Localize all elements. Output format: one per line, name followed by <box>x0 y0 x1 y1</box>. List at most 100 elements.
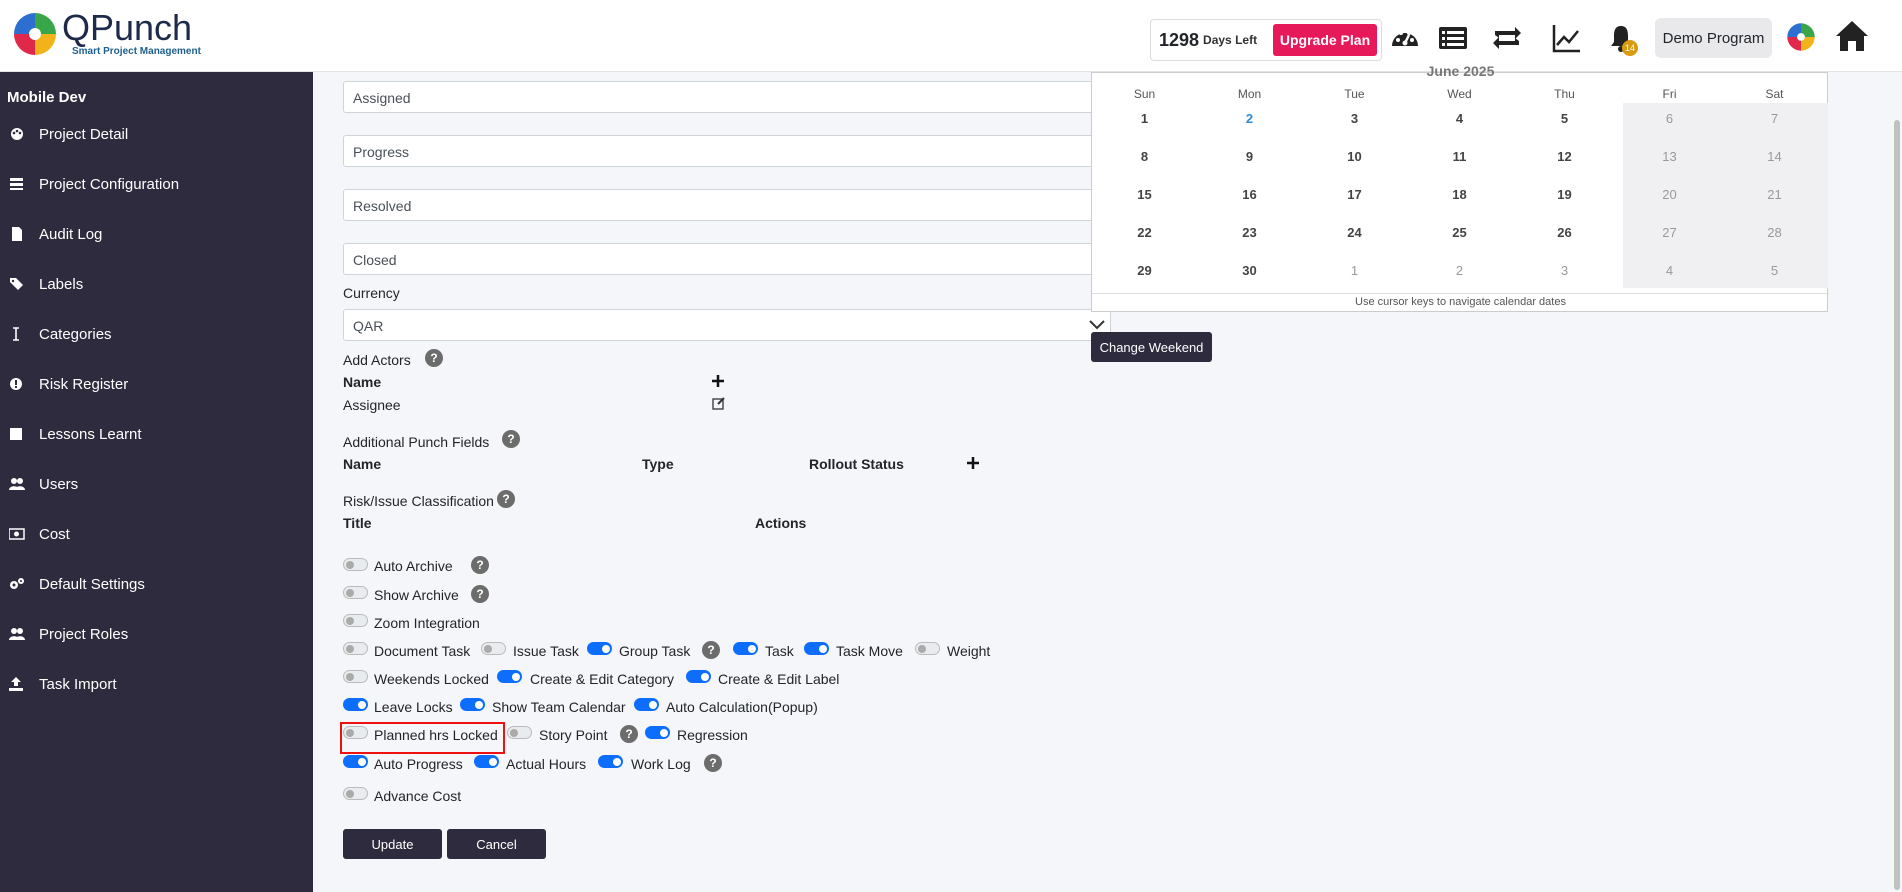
calendar-day[interactable]: 25 <box>1407 225 1512 240</box>
currency-select[interactable]: QAR <box>343 309 1111 341</box>
weight-toggle[interactable] <box>915 642 940 655</box>
sidebar-item-users[interactable]: Users <box>0 470 313 498</box>
calendar-day[interactable]: 9 <box>1197 149 1302 164</box>
list-icon[interactable] <box>1437 22 1469 54</box>
sidebar-item-risk-register[interactable]: Risk Register <box>0 370 313 398</box>
calendar-day[interactable]: 28 <box>1722 225 1827 240</box>
dashboard-icon[interactable] <box>1389 22 1421 54</box>
auto-progress-toggle[interactable] <box>343 755 368 768</box>
calendar-day[interactable]: 3 <box>1302 111 1407 126</box>
upgrade-plan-button[interactable]: Upgrade Plan <box>1273 24 1377 56</box>
calendar-day[interactable]: 18 <box>1407 187 1512 202</box>
calendar-day[interactable]: 4 <box>1617 263 1722 278</box>
status-field-progress[interactable]: Progress <box>343 135 1111 167</box>
calendar-day[interactable]: 2 <box>1197 111 1302 126</box>
calendar-day[interactable]: 17 <box>1302 187 1407 202</box>
help-icon[interactable]: ? <box>502 430 520 448</box>
calendar-day[interactable]: 12 <box>1512 149 1617 164</box>
sidebar-item-project-configuration[interactable]: Project Configuration <box>0 170 313 198</box>
sidebar-item-labels[interactable]: Labels <box>0 270 313 298</box>
sidebar-item-audit-log[interactable]: Audit Log <box>0 220 313 248</box>
edit-icon[interactable] <box>712 396 726 410</box>
sync-icon[interactable] <box>1491 22 1523 54</box>
logo-small-icon[interactable] <box>1786 22 1816 52</box>
calendar-day[interactable]: 1 <box>1092 111 1197 126</box>
calendar-day[interactable]: 24 <box>1302 225 1407 240</box>
calendar-day[interactable]: 2 <box>1407 263 1512 278</box>
cancel-button[interactable]: Cancel <box>447 829 546 859</box>
create-edit-category-toggle[interactable] <box>497 670 522 683</box>
calendar-day[interactable]: 19 <box>1512 187 1617 202</box>
calendar-day[interactable]: 7 <box>1722 111 1827 126</box>
help-icon[interactable]: ? <box>425 349 443 367</box>
calendar-day[interactable]: 13 <box>1617 149 1722 164</box>
calendar-day[interactable]: 5 <box>1722 263 1827 278</box>
calendar-day[interactable]: 16 <box>1197 187 1302 202</box>
logo-tagline: Smart Project Management <box>72 46 201 57</box>
calendar-day[interactable]: 1 <box>1302 263 1407 278</box>
calendar-day[interactable]: 26 <box>1512 225 1617 240</box>
sidebar-item-cost[interactable]: Cost <box>0 520 313 548</box>
change-weekend-button[interactable]: Change Weekend <box>1091 332 1212 362</box>
task-toggle[interactable] <box>733 642 758 655</box>
sidebar-item-task-import[interactable]: Task Import <box>0 670 313 698</box>
calendar-day[interactable]: 30 <box>1197 263 1302 278</box>
calendar-day[interactable]: 10 <box>1302 149 1407 164</box>
sidebar-item-lessons-learnt[interactable]: Lessons Learnt <box>0 420 313 448</box>
calendar-day[interactable]: 5 <box>1512 111 1617 126</box>
sidebar-item-project-detail[interactable]: Project Detail <box>0 120 313 148</box>
demo-program-button[interactable]: Demo Program <box>1655 18 1772 58</box>
help-icon[interactable]: ? <box>471 585 489 603</box>
help-icon[interactable]: ? <box>497 490 515 508</box>
calendar-day[interactable]: 11 <box>1407 149 1512 164</box>
group-task-toggle[interactable] <box>587 642 612 655</box>
leave-locks-toggle[interactable] <box>343 698 368 711</box>
calendar-day[interactable]: 21 <box>1722 187 1827 202</box>
zoom-integration-toggle[interactable] <box>343 614 368 627</box>
create-edit-label-toggle[interactable] <box>686 670 711 683</box>
issue-task-toggle[interactable] <box>481 642 506 655</box>
calendar-day[interactable]: 27 <box>1617 225 1722 240</box>
task-move-toggle[interactable] <box>804 642 829 655</box>
actual-hours-toggle[interactable] <box>474 755 499 768</box>
calendar-day[interactable]: 29 <box>1092 263 1197 278</box>
calendar-day[interactable]: 23 <box>1197 225 1302 240</box>
auto-archive-toggle[interactable] <box>343 558 368 571</box>
work-log-toggle[interactable] <box>598 755 623 768</box>
scrollbar[interactable] <box>1894 120 1900 890</box>
sidebar-item-project-roles[interactable]: Project Roles <box>0 620 313 648</box>
status-field-resolved[interactable]: Resolved <box>343 189 1111 221</box>
show-team-calendar-toggle[interactable] <box>460 698 485 711</box>
calendar-day[interactable]: 14 <box>1722 149 1827 164</box>
help-icon[interactable]: ? <box>471 556 489 574</box>
home-icon[interactable] <box>1834 18 1870 54</box>
status-field-closed[interactable]: Closed <box>343 243 1111 275</box>
show-archive-toggle[interactable] <box>343 586 368 599</box>
document-task-label: Document Task <box>374 643 471 659</box>
sidebar-item-default-settings[interactable]: Default Settings <box>0 570 313 598</box>
document-task-toggle[interactable] <box>343 642 368 655</box>
calendar-day[interactable]: 3 <box>1512 263 1617 278</box>
help-icon[interactable]: ? <box>704 754 722 772</box>
sidebar-item-categories[interactable]: Categories <box>0 320 313 348</box>
calendar-day[interactable]: 4 <box>1407 111 1512 126</box>
status-field-assigned[interactable]: Assigned <box>343 81 1111 113</box>
qpunch-logo[interactable]: QPunch Smart Project Management <box>12 10 201 57</box>
chart-icon[interactable] <box>1551 22 1583 54</box>
regression-toggle[interactable] <box>645 726 670 739</box>
help-icon[interactable]: ? <box>702 641 720 659</box>
help-icon[interactable]: ? <box>620 725 638 743</box>
add-actor-plus-icon[interactable] <box>711 374 725 388</box>
add-punch-field-plus-icon[interactable] <box>966 456 980 470</box>
update-button[interactable]: Update <box>343 829 442 859</box>
calendar-day[interactable]: 20 <box>1617 187 1722 202</box>
auto-calculation-toggle[interactable] <box>634 698 659 711</box>
calendar-day[interactable]: 6 <box>1617 111 1722 126</box>
calendar-day[interactable]: 15 <box>1092 187 1197 202</box>
calendar-day[interactable]: 8 <box>1092 149 1197 164</box>
story-point-toggle[interactable] <box>507 726 532 739</box>
calendar-dow: Thu <box>1554 87 1575 101</box>
weekends-locked-toggle[interactable] <box>343 670 368 683</box>
advance-cost-toggle[interactable] <box>343 787 368 800</box>
calendar-day[interactable]: 22 <box>1092 225 1197 240</box>
